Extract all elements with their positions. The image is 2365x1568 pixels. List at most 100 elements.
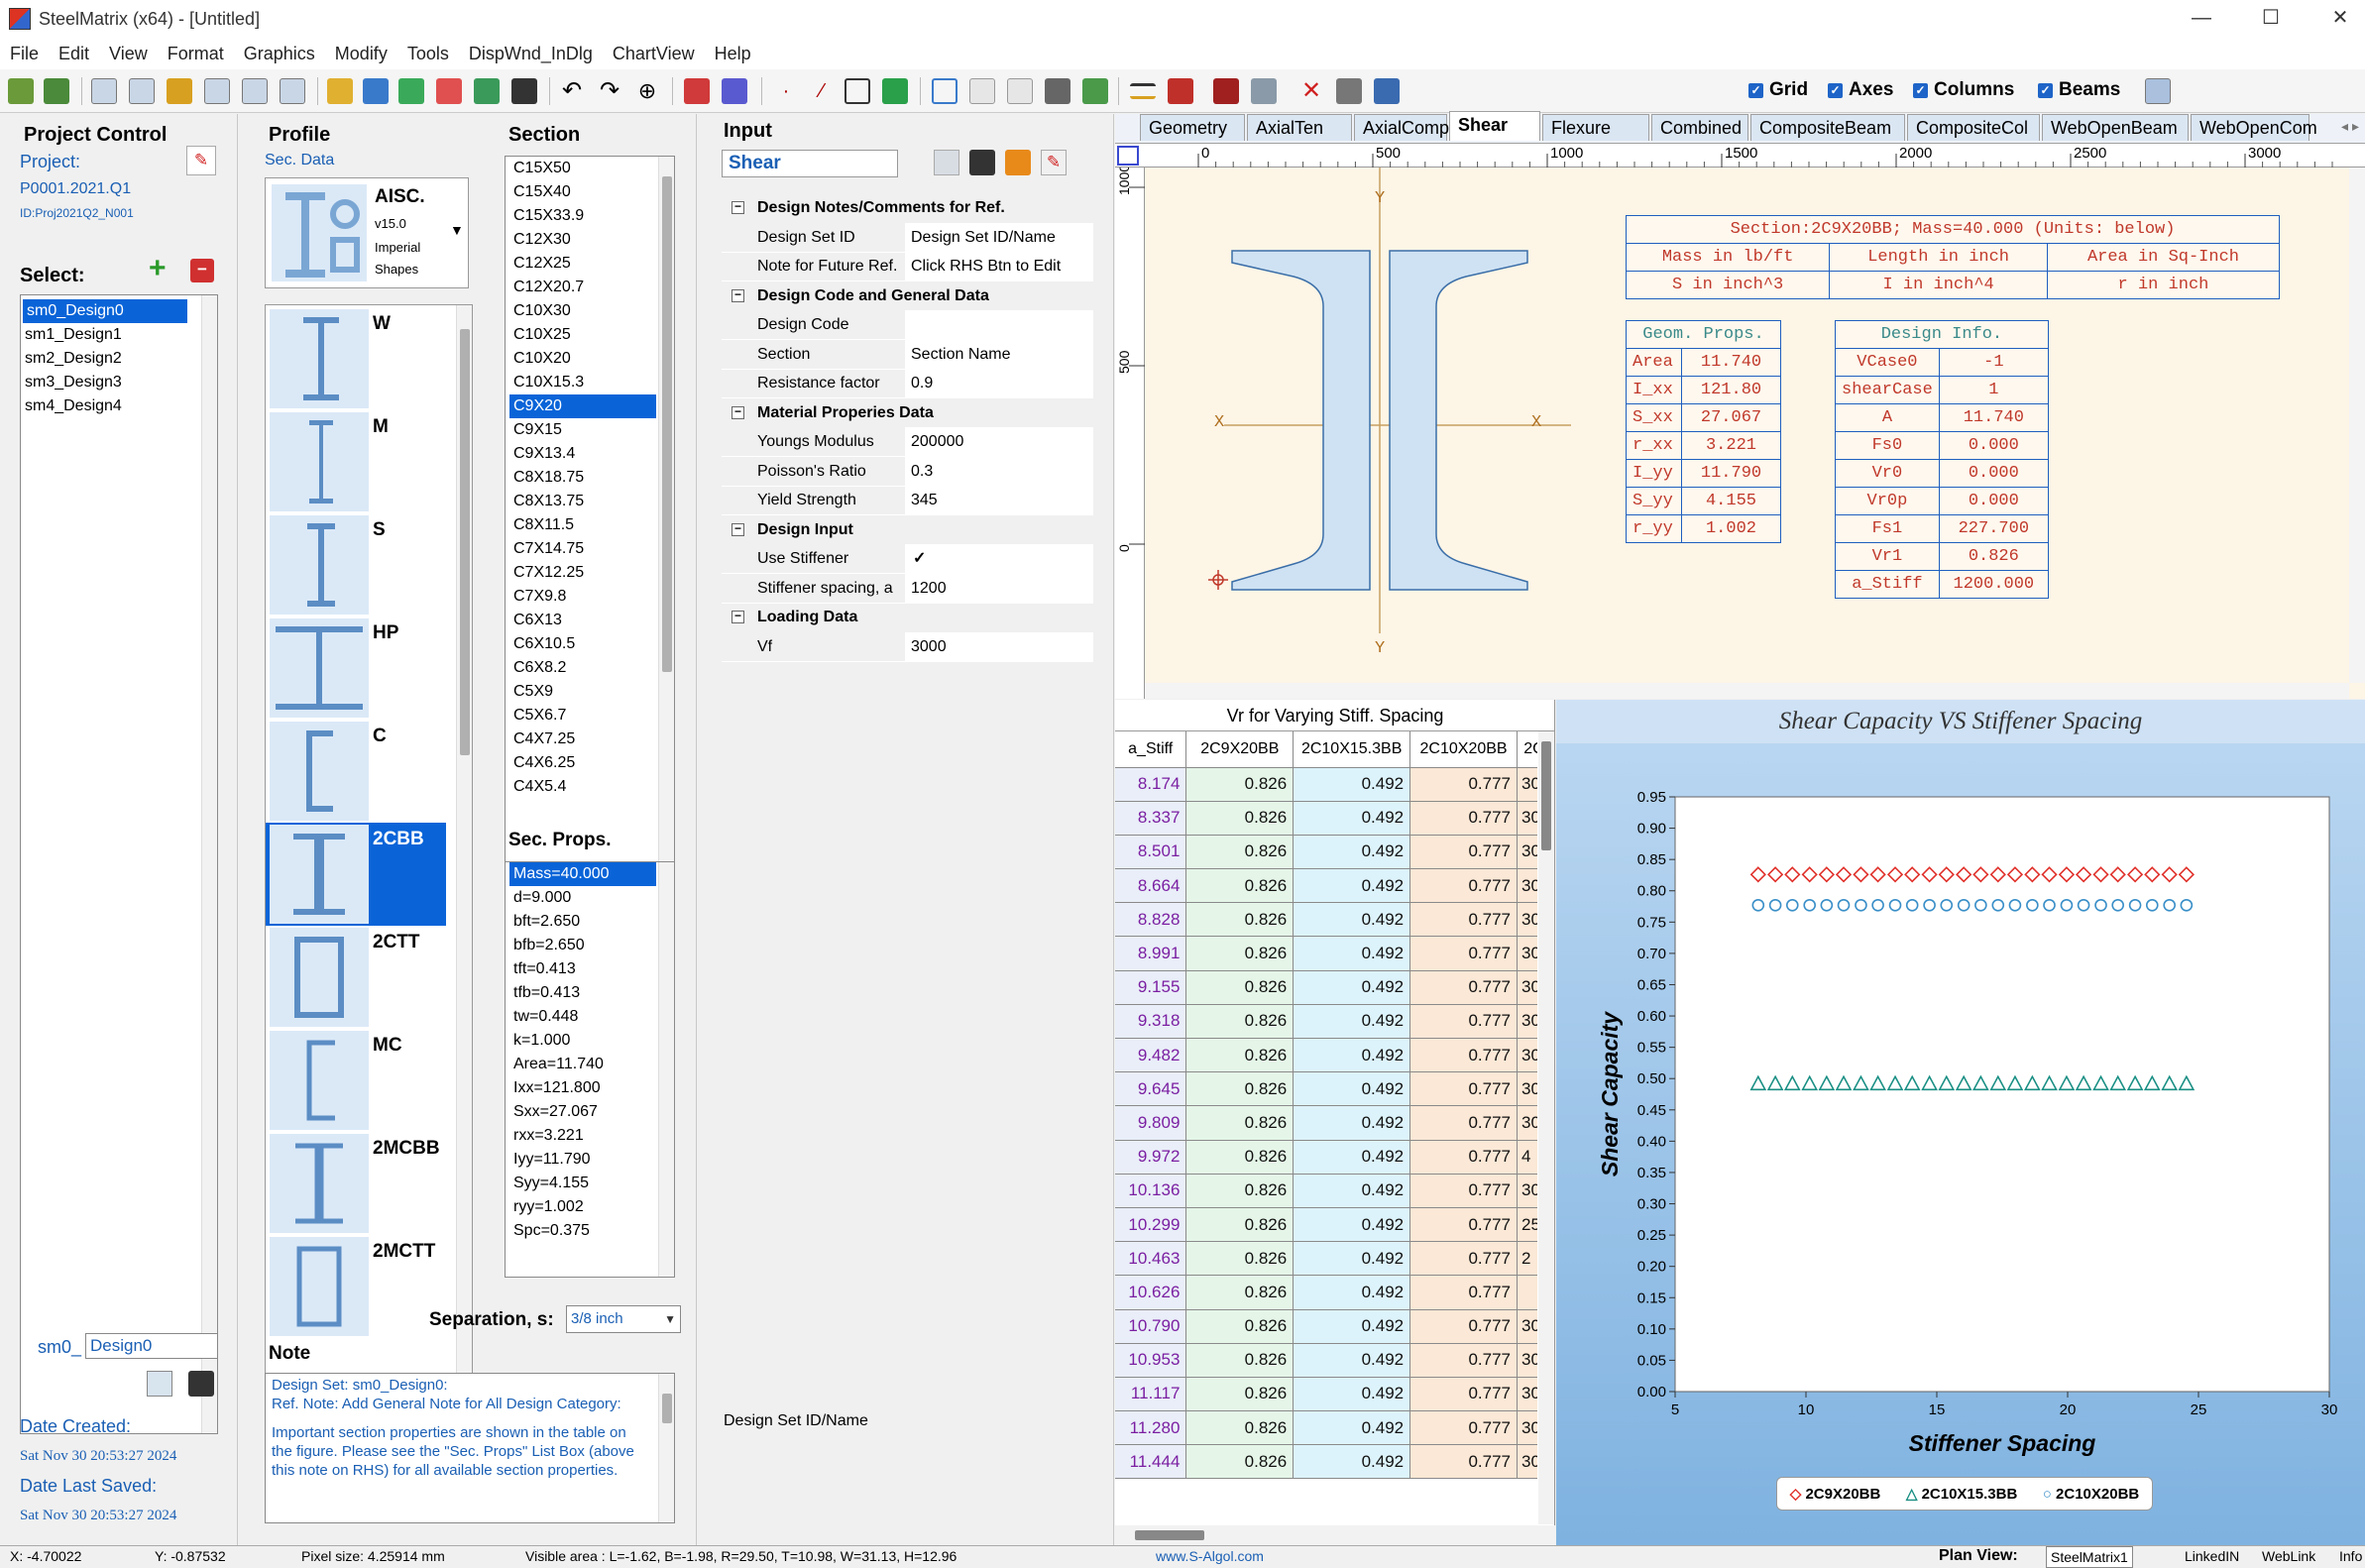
fit-view-icon[interactable] [1117,146,1139,166]
maximize-button[interactable]: ☐ [2236,0,2306,38]
property-row[interactable]: Yield Strength 345 [722,486,1093,515]
table-cell[interactable]: 0.492 [1293,1004,1411,1040]
table-row[interactable]: 8.501 0.826 0.492 0.777 30 [1115,835,1537,870]
save-icon[interactable] [188,1371,214,1397]
column-header[interactable]: 2C10X15.3BB [1293,731,1411,768]
shape-item-c[interactable]: C [266,720,446,823]
shape-item-mc[interactable]: MC [266,1029,446,1132]
scrollbar[interactable] [1145,683,2349,699]
open-folder-icon[interactable] [327,78,353,104]
beams-toggle[interactable]: ✓ Beams [2038,79,2120,101]
table-cell[interactable]: 0.492 [1293,1377,1411,1412]
table-cell[interactable]: 0.826 [1185,1004,1295,1040]
table-cell[interactable]: 30 [1517,835,1537,870]
table-cell[interactable]: 0.492 [1293,936,1411,971]
table-cell[interactable]: 0.826 [1185,767,1295,802]
zoom-icon[interactable]: ⊕ [634,78,660,104]
info-link[interactable]: Info [2339,1546,2362,1566]
collapse-icon[interactable]: − [732,522,744,536]
property-value[interactable]: ✓ [905,544,1093,574]
tab-webopenbeam[interactable]: WebOpenBeam [2042,114,2189,141]
design-list[interactable]: sm0_Design0 sm1_Design1 sm2_Design2 sm3_… [20,294,218,1434]
table-row[interactable]: 10.953 0.826 0.492 0.777 30 [1115,1343,1537,1378]
property-value[interactable]: 0.9 [905,369,1093,398]
table-cell[interactable]: 10.463 [1115,1241,1187,1277]
section-item[interactable]: C10X30 [509,299,674,323]
section-item[interactable]: C8X13.75 [509,490,674,513]
table-row[interactable]: 8.828 0.826 0.492 0.777 30 [1115,902,1537,938]
table-cell[interactable]: 9.155 [1115,970,1187,1005]
property-category[interactable]: − Loading Data [722,603,1093,632]
tool-icon[interactable] [363,78,389,104]
sec-prop-item[interactable]: bfb=2.650 [509,934,674,957]
sec-prop-item[interactable]: Syy=4.155 [509,1172,674,1195]
table-row[interactable]: 9.809 0.826 0.492 0.777 30 [1115,1105,1537,1141]
table-cell[interactable]: 0.777 [1409,1275,1518,1310]
menu-format[interactable]: Format [158,44,234,64]
tool-icon[interactable] [969,78,995,104]
property-value[interactable] [905,310,1093,340]
table-cell[interactable]: 0.492 [1293,1275,1411,1310]
tab-scroll-icon[interactable]: ◂ ▸ [2341,118,2359,135]
menu-dispwnd[interactable]: DispWnd_InDlg [459,44,603,64]
separation-select[interactable]: 3/8 inch ▼ [566,1305,681,1333]
section-item[interactable]: C15X50 [509,157,674,180]
property-category[interactable]: − Design Notes/Comments for Ref. [722,193,1093,223]
excel-icon[interactable] [474,78,500,104]
menu-help[interactable]: Help [705,44,761,64]
section-item[interactable]: C7X12.25 [509,561,674,585]
tool-icon[interactable] [1168,78,1193,104]
table-cell[interactable]: 30 [1517,767,1537,802]
property-row[interactable]: Stiffener spacing, a 1200 [722,573,1093,604]
table-cell[interactable]: 8.828 [1115,902,1187,938]
section-item[interactable]: C6X10.5 [509,632,674,656]
table-cell[interactable]: 11.444 [1115,1444,1187,1480]
shape-item-s[interactable]: S [266,513,446,616]
property-row[interactable]: Note for Future Ref. Click RHS Btn to Edi… [722,252,1093,281]
settings-icon[interactable] [2145,78,2171,104]
table-cell[interactable]: 10.953 [1115,1343,1187,1378]
tool-icon[interactable] [242,78,268,104]
table-cell[interactable]: 0.492 [1293,1174,1411,1208]
table-cell[interactable]: 30 [1517,801,1537,836]
table-cell[interactable]: 0.777 [1409,1071,1518,1107]
scrollbar[interactable] [201,295,217,1433]
property-value[interactable]: 0.3 [905,456,1093,487]
table-cell[interactable]: 30 [1517,1004,1537,1040]
tool-icon[interactable] [1130,83,1156,99]
table-row[interactable]: 11.280 0.826 0.492 0.777 30 [1115,1410,1537,1446]
column-header[interactable]: 2C9X20BB [1185,731,1295,768]
table-cell[interactable]: 8.174 [1115,767,1187,802]
table-row[interactable]: 10.790 0.826 0.492 0.777 30 [1115,1309,1537,1344]
table-cell[interactable]: 8.501 [1115,835,1187,870]
section-item[interactable]: C9X13.4 [509,442,674,466]
tool-icon[interactable] [44,78,69,104]
property-value[interactable]: Design Set ID/Name [905,222,1093,253]
save-icon[interactable] [969,150,995,175]
table-row[interactable]: 8.991 0.826 0.492 0.777 30 [1115,936,1537,971]
property-value[interactable]: 200000 [905,427,1093,457]
table-cell[interactable]: 0.826 [1185,902,1295,938]
section-item[interactable]: C8X11.5 [509,513,674,537]
table-cell[interactable]: 0.492 [1293,1343,1411,1378]
table-cell[interactable]: 0.777 [1409,1444,1518,1480]
table-cell[interactable]: 30 [1517,1174,1537,1208]
table-cell[interactable]: 0.492 [1293,1207,1411,1243]
tool-icon[interactable] [882,78,908,104]
table-row[interactable]: 8.337 0.826 0.492 0.777 30 [1115,801,1537,836]
table-cell[interactable]: 0.777 [1409,970,1518,1005]
tool-icon[interactable] [1251,78,1277,104]
section-item[interactable]: C9X20 [509,394,656,418]
column-header[interactable]: 2C10X20BB [1409,731,1518,768]
table-cell[interactable]: 0.492 [1293,1038,1411,1073]
property-category[interactable]: − Material Properies Data [722,398,1093,428]
table-cell[interactable]: 0.826 [1185,1207,1295,1243]
undo-icon[interactable]: ↶ [559,78,585,104]
list-item[interactable]: sm1_Design1 [21,323,217,347]
sec-prop-item[interactable]: Iyy=11.790 [509,1148,674,1172]
shape-item-w[interactable]: W [266,307,446,410]
clear-icon[interactable]: ✎ [1041,150,1067,175]
table-cell[interactable]: 10.299 [1115,1207,1187,1243]
sec-prop-item[interactable]: tfb=0.413 [509,981,674,1005]
table-cell[interactable]: 0.492 [1293,767,1411,802]
